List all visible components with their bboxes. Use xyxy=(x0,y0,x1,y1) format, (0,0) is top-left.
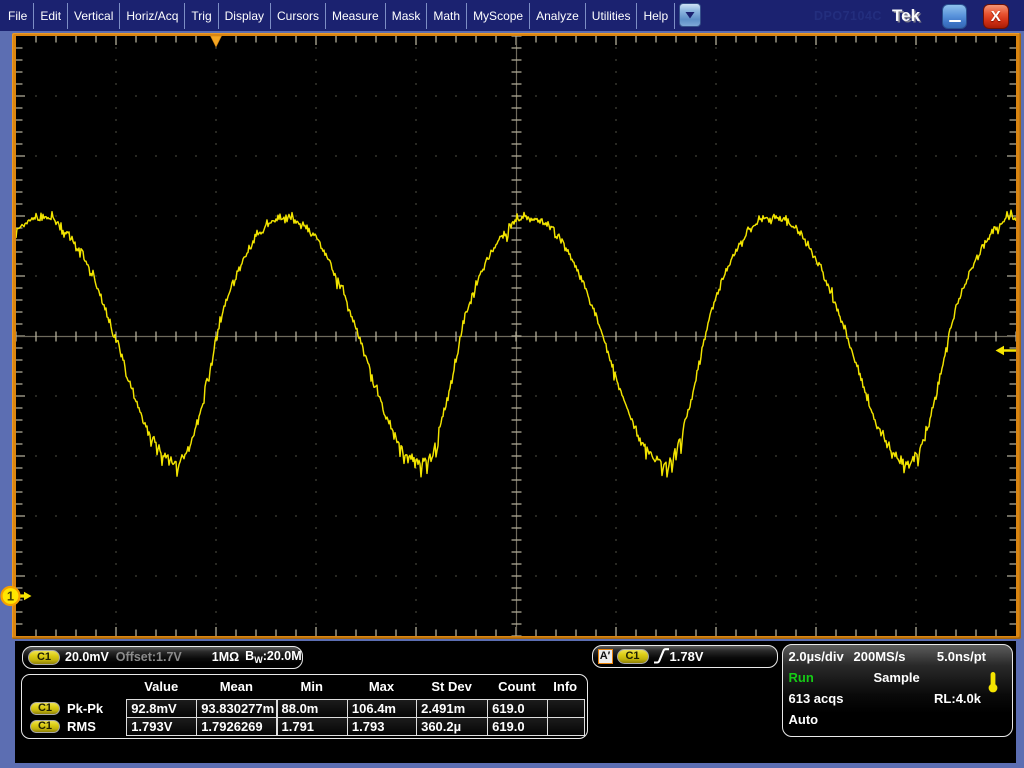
svg-text:1: 1 xyxy=(7,589,14,604)
